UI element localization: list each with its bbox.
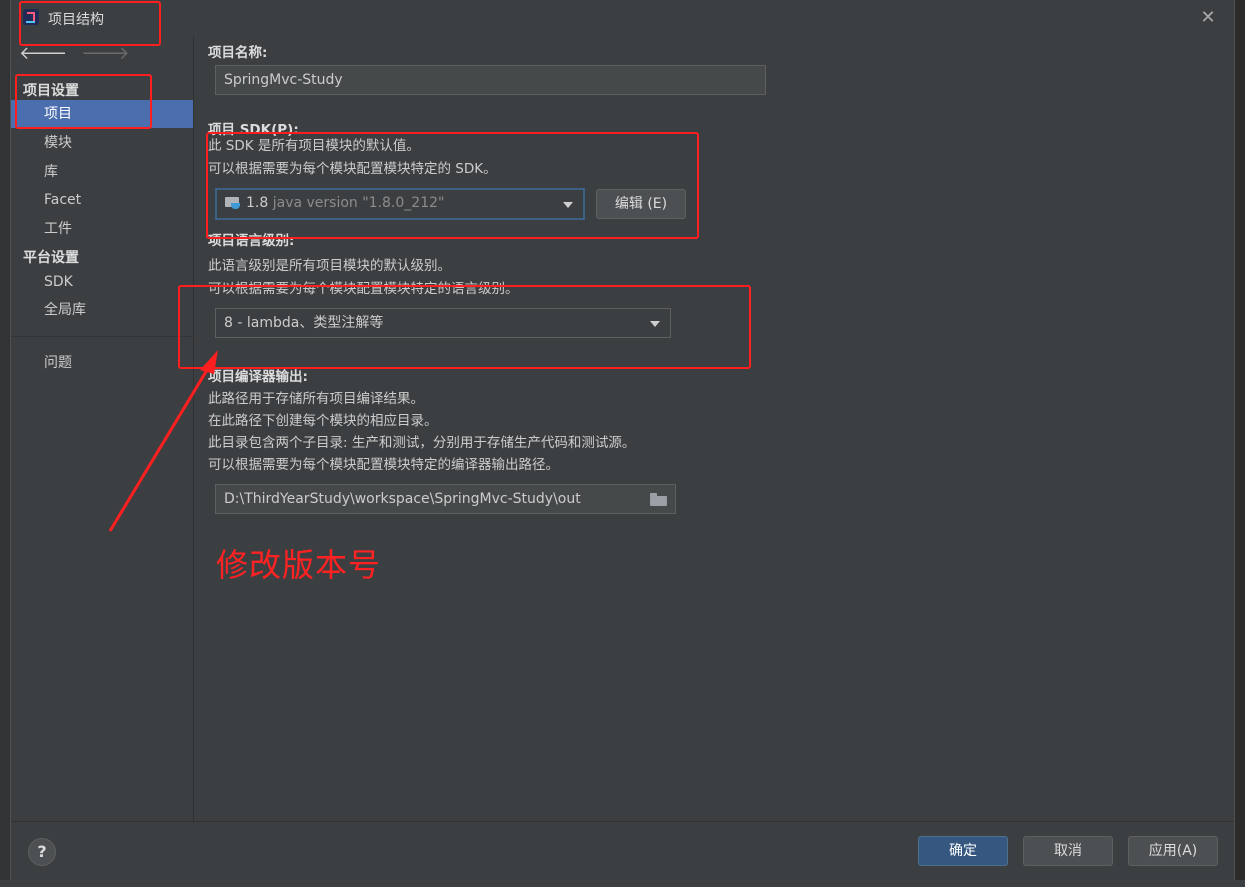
annotation-arrow [108,350,218,532]
annotation-arrow-head [200,350,218,374]
annotation-arrow-shaft [108,364,212,532]
annotation-text: 修改版本号 [216,546,382,584]
